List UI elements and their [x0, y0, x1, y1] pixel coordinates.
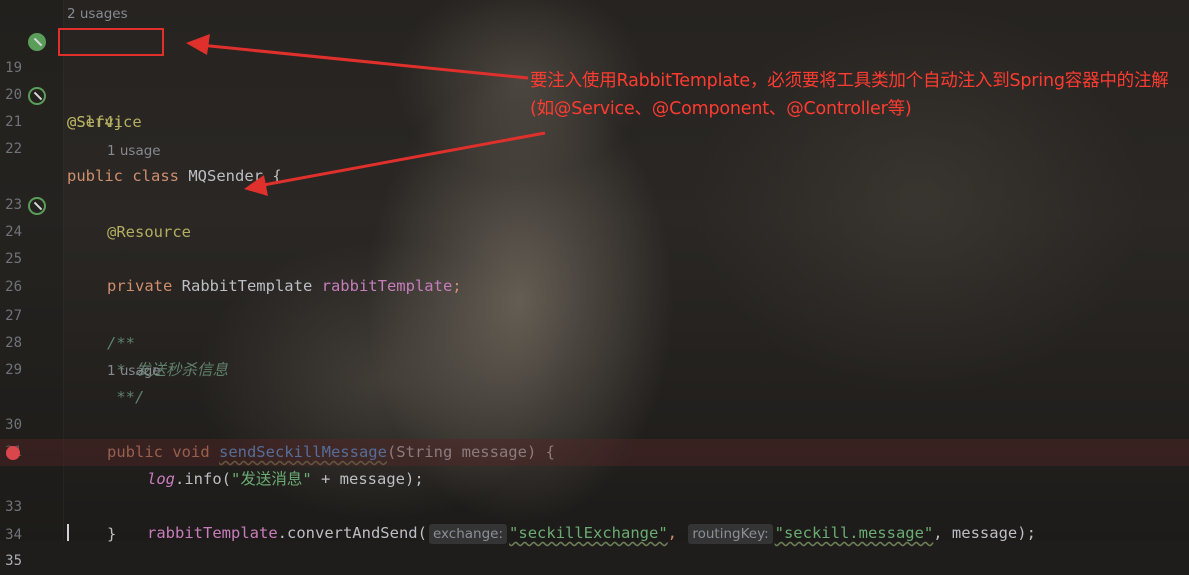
arrow-to-resource — [257, 131, 546, 188]
arrowhead-resource — [244, 175, 268, 196]
annotation-note: 要注入使用RabbitTemplate，必须要将工具类加个自动注入到Spring… — [530, 71, 1169, 119]
arrowhead-service — [186, 34, 210, 55]
line-number: 35 — [5, 553, 22, 569]
arrow-to-service — [199, 43, 529, 80]
